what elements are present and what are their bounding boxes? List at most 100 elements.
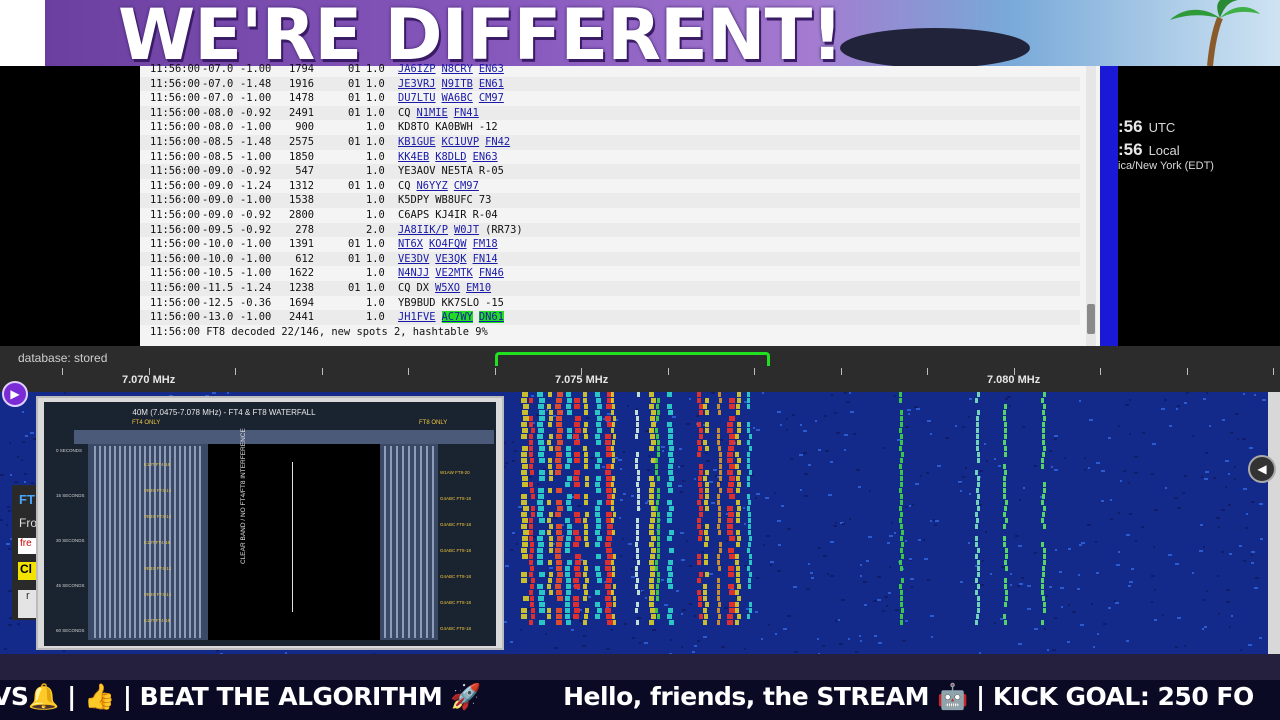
waterfall-pixel	[1052, 649, 1056, 651]
callsign-link[interactable]: EM10	[466, 282, 491, 294]
waterfall-signal	[583, 572, 587, 577]
callsign-link[interactable]: EN63	[473, 151, 498, 163]
waterfall-signal	[899, 584, 902, 589]
callsign-link[interactable]: KO4FQW	[429, 238, 467, 250]
waterfall-signal	[548, 464, 552, 469]
waterfall-signal	[703, 584, 707, 589]
waterfall-signal	[650, 518, 655, 523]
callsign-link[interactable]: K8DLD	[435, 151, 466, 163]
callsign-link[interactable]: KK4EB	[398, 151, 429, 163]
waterfall-signal	[537, 434, 543, 439]
callsign-link[interactable]: JE3VRJ	[398, 78, 436, 90]
callsign-link[interactable]: N4NJJ	[398, 267, 429, 279]
waterfall-pixel	[1162, 614, 1164, 616]
callsign-link[interactable]: EN61	[479, 78, 504, 90]
callsign-link[interactable]: FN41	[454, 107, 479, 119]
waterfall-signal	[649, 560, 654, 565]
callsign-link[interactable]: NT6X	[398, 238, 423, 250]
callsign-link[interactable]: W0JT	[454, 224, 479, 236]
play-button[interactable]: ▶	[2, 381, 28, 407]
waterfall-pixel	[624, 623, 627, 625]
waterfall-scrollbar[interactable]	[1268, 392, 1280, 654]
waterfall-signal	[522, 542, 528, 547]
callsign-link[interactable]: W5XO	[435, 282, 460, 294]
collapse-panel-button[interactable]: ◀	[1248, 455, 1276, 483]
callsign-link[interactable]: WA6BC	[442, 92, 473, 104]
callsign-link[interactable]: N6YYZ	[417, 180, 448, 192]
waterfall-pixel	[1204, 626, 1207, 628]
callsign-link[interactable]: VE2MTK	[435, 267, 473, 279]
callsign-link[interactable]: CM97	[479, 92, 504, 104]
waterfall-signal	[729, 590, 735, 595]
callsign-link[interactable]: FM18	[473, 238, 498, 250]
callsign-link[interactable]: FN46	[479, 267, 504, 279]
waterfall-pixel	[744, 565, 747, 567]
frequency-scale[interactable]: database: stored 7.070 MHz 7.075 MHz 7.0…	[0, 346, 1280, 392]
waterfall-signal	[668, 464, 673, 469]
callsign-link[interactable]: N8CRY	[442, 63, 473, 75]
waterfall-signal	[596, 524, 601, 529]
waterfall-signal	[611, 506, 614, 511]
waterfall-pixel	[0, 519, 3, 521]
callsign-link[interactable]: N9ITB	[442, 78, 473, 90]
callsign-link[interactable]: N1MIE	[417, 107, 448, 119]
callsign-link[interactable]: VE3DV	[398, 253, 429, 265]
callsign-link[interactable]: EN63	[479, 63, 504, 75]
waterfall-signal	[656, 404, 659, 409]
waterfall-pixel	[1131, 568, 1134, 570]
callsign-link[interactable]: FN14	[473, 253, 498, 265]
waterfall-signal	[574, 470, 580, 475]
waterfall-signal	[583, 446, 587, 451]
waterfall-signal	[584, 566, 588, 571]
waterfall-pixel	[777, 411, 781, 413]
callsign-link[interactable]: CM97	[454, 180, 479, 192]
waterfall-signal	[585, 608, 589, 613]
waterfall-signal	[717, 428, 720, 433]
callsign-link[interactable]: KB1GUE	[398, 136, 436, 148]
callsign-link[interactable]: AC7WY	[441, 311, 473, 324]
scale-tick	[927, 368, 928, 375]
waterfall-signal	[655, 458, 658, 463]
log-scrollbar-thumb[interactable]	[1087, 304, 1095, 334]
waterfall-signal	[1003, 476, 1006, 481]
waterfall-signal	[698, 596, 702, 601]
waterfall-pixel	[744, 523, 746, 525]
waterfall-pixel	[982, 560, 984, 562]
callsign-link[interactable]: DU7LTU	[398, 92, 436, 104]
waterfall-pixel	[689, 398, 691, 400]
waterfall-signal	[595, 482, 600, 487]
waterfall-signal	[697, 578, 701, 583]
waterfall-pixel	[803, 452, 807, 454]
callsign-link[interactable]: VE3QK	[435, 253, 466, 265]
callsign-link[interactable]: DN61	[478, 311, 504, 324]
waterfall-signal	[1043, 416, 1046, 421]
waterfall-signal	[584, 458, 588, 463]
waterfall-signal	[529, 518, 533, 523]
waterfall-signal	[565, 608, 570, 613]
waterfall-signal	[530, 548, 534, 553]
waterfall-pixel	[1151, 575, 1155, 577]
waterfall-signal	[613, 596, 616, 601]
decoder-log-panel[interactable]: 11:56:00 -07.0 -1.00 1794 01 1.0 JA6IZP N8CRY EN…	[140, 63, 1100, 346]
waterfall-signal	[727, 518, 733, 523]
callsign-link[interactable]: KC1UVP	[442, 136, 480, 148]
waterfall-signal	[736, 572, 740, 577]
callsign-link[interactable]: FN42	[485, 136, 510, 148]
waterfall-signal	[575, 518, 581, 523]
waterfall-signal	[583, 398, 587, 403]
reference-ft4-signal	[114, 446, 116, 638]
callsign-link[interactable]: JA6IZP	[398, 63, 436, 75]
log-cell-s: 01	[348, 238, 361, 251]
waterfall-pixel	[915, 483, 919, 485]
passband-marker[interactable]	[495, 352, 770, 366]
waterfall-pixel	[0, 474, 4, 476]
waterfall-pixel	[894, 395, 896, 397]
waterfall-signal	[531, 578, 535, 583]
waterfall-signal	[748, 542, 751, 547]
waterfall-pixel	[1018, 545, 1022, 547]
log-row: 11:56:00 -11.5 -1.24 1238 01 1.0 CQ DX W5XO EM10	[140, 280, 1080, 296]
callsign-link[interactable]: JA8IIK/P	[398, 224, 448, 236]
waterfall-pixel	[1254, 587, 1258, 589]
log-cell-s: 01	[348, 179, 361, 192]
callsign-link[interactable]: JH1FVE	[398, 311, 436, 323]
